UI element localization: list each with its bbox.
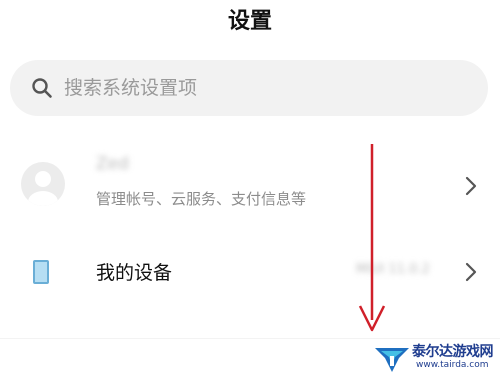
search-input[interactable] [64,68,464,108]
search-icon [32,78,52,98]
account-subtitle: 管理帐号、云服务、支付信息等 [96,190,307,208]
device-icon [33,260,49,284]
page-title: 设置 [227,9,272,34]
search-bar[interactable] [10,60,488,116]
chevron-right-icon [465,262,477,282]
watermark-text: 泰尔达游戏网 [412,344,494,360]
avatar-icon [21,162,65,206]
watermark-url: www.tairda.com [416,360,489,370]
account-name: Zed [96,154,129,174]
red-arrow-annotation [358,144,386,332]
watermark-logo [375,348,409,372]
account-row[interactable]: Zed 管理帐号、云服务、支付信息等 [0,140,500,230]
my-device-row[interactable]: 我的设备 MIUI 11.0.2 [0,236,500,308]
my-device-label: 我的设备 [96,262,173,284]
chevron-right-icon [465,176,477,196]
